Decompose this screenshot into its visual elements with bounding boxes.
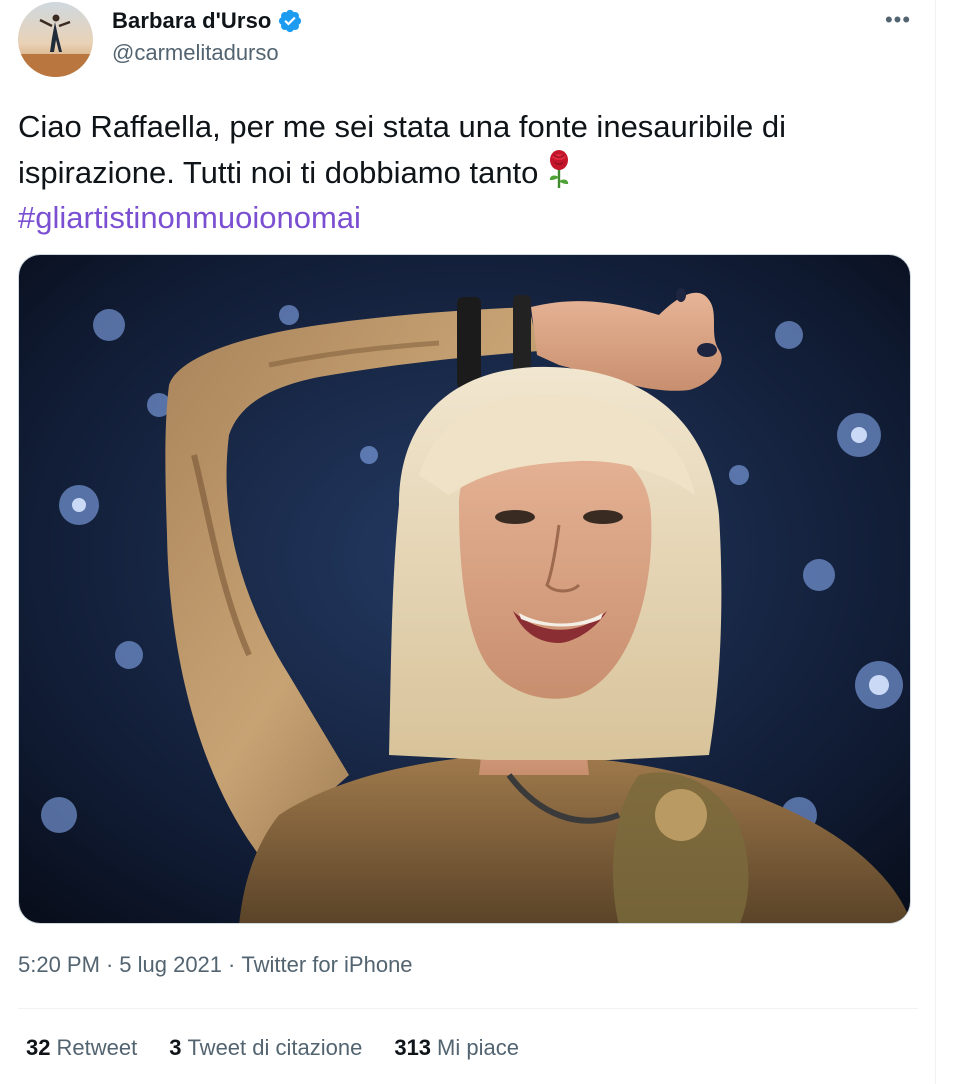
meta-separator: · [228, 952, 236, 977]
tweet-time[interactable]: 5:20 PM [18, 952, 100, 978]
likes-stat[interactable]: 313 Mi piace [394, 1035, 519, 1061]
tweet-source[interactable]: Twitter for iPhone [241, 952, 412, 978]
tweet-text-line2: ispirazione. Tutti noi ti dobbiamo tanto [18, 155, 539, 190]
quote-tweets-stat[interactable]: 3 Tweet di citazione [169, 1035, 362, 1061]
tweet-meta: 5:20 PM · 5 lug 2021 · Twitter for iPhon… [18, 952, 413, 978]
hashtag-link[interactable]: #gliartistinonmuoionomai [18, 200, 361, 235]
rose-emoji-icon [550, 150, 569, 188]
tweet-text-line1: Ciao Raffaella, per me sei stata una fon… [18, 109, 786, 144]
retweets-count: 32 [26, 1035, 51, 1060]
likes-label: Mi piace [437, 1035, 519, 1060]
author-row: Barbara d'Urso [112, 6, 303, 36]
likes-count: 313 [394, 1035, 432, 1060]
avatar[interactable] [18, 2, 93, 77]
author-handle[interactable]: @carmelitadurso [112, 40, 279, 66]
tweet-stats: 32 Retweet 3 Tweet di citazione 313 Mi piac… [26, 1035, 519, 1061]
tweet-detail: Barbara d'Urso @carmelitadurso ••• Ciao … [0, 0, 968, 1084]
tweet-date[interactable]: 5 lug 2021 [119, 952, 222, 978]
divider [18, 1008, 918, 1009]
retweets-label: Retweet [56, 1035, 138, 1060]
quotes-label: Tweet di citazione [187, 1035, 363, 1060]
author-name[interactable]: Barbara d'Urso [112, 8, 271, 34]
more-horizontal-icon: ••• [884, 7, 912, 32]
quotes-count: 3 [169, 1035, 182, 1060]
tweet-text: Ciao Raffaella, per me sei stata una fon… [18, 104, 918, 240]
verified-badge-icon [279, 9, 302, 33]
more-options-button[interactable]: ••• [878, 6, 918, 34]
retweets-stat[interactable]: 32 Retweet [26, 1035, 137, 1061]
tweet-photo[interactable] [18, 254, 911, 924]
column-border [935, 0, 936, 1084]
meta-separator: · [105, 952, 114, 977]
